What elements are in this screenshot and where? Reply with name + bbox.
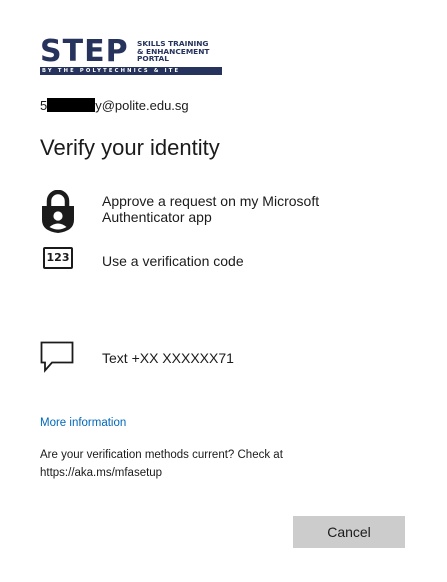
cancel-button[interactable]: Cancel xyxy=(293,516,405,548)
text-message-icon xyxy=(40,340,74,374)
account-email-prefix: 5 xyxy=(40,98,48,113)
option-label: Use a verification code xyxy=(102,253,244,269)
more-information-link[interactable]: More information xyxy=(40,416,126,430)
verification-code-icon: 123 xyxy=(43,247,73,269)
logo-tagline-line3: PORTAL xyxy=(137,54,169,64)
account-email: 5 y@polite.edu.sg xyxy=(40,98,189,114)
account-email-suffix: y@polite.edu.sg xyxy=(95,98,189,113)
option-text-message[interactable]: Text +XX XXXXXX71 xyxy=(40,340,410,380)
verify-identity-dialog: STEP SKILLS TRAINING & ENHANCEMENT PORTA… xyxy=(0,0,447,582)
option-authenticator-app[interactable]: Approve a request on my Microsoft Authen… xyxy=(40,189,410,240)
authenticator-lock-icon xyxy=(40,189,82,236)
logo-wordmark: STEP xyxy=(40,34,129,69)
logo-bar: BY THE POLYTECHNICS & ITE xyxy=(40,67,222,75)
step-logo: STEP SKILLS TRAINING & ENHANCEMENT PORTA… xyxy=(40,34,222,76)
page-title: Verify your identity xyxy=(40,135,220,160)
option-verification-code[interactable]: 123 Use a verification code xyxy=(40,244,410,276)
option-label: Text +XX XXXXXX71 xyxy=(102,350,234,366)
logo-tagline: SKILLS TRAINING & ENHANCEMENT PORTAL xyxy=(137,40,209,63)
verification-methods-notice: Are your verification methods current? C… xyxy=(40,449,283,479)
redaction-block xyxy=(47,98,96,112)
option-label: Approve a request on my Microsoft Authen… xyxy=(102,193,320,225)
